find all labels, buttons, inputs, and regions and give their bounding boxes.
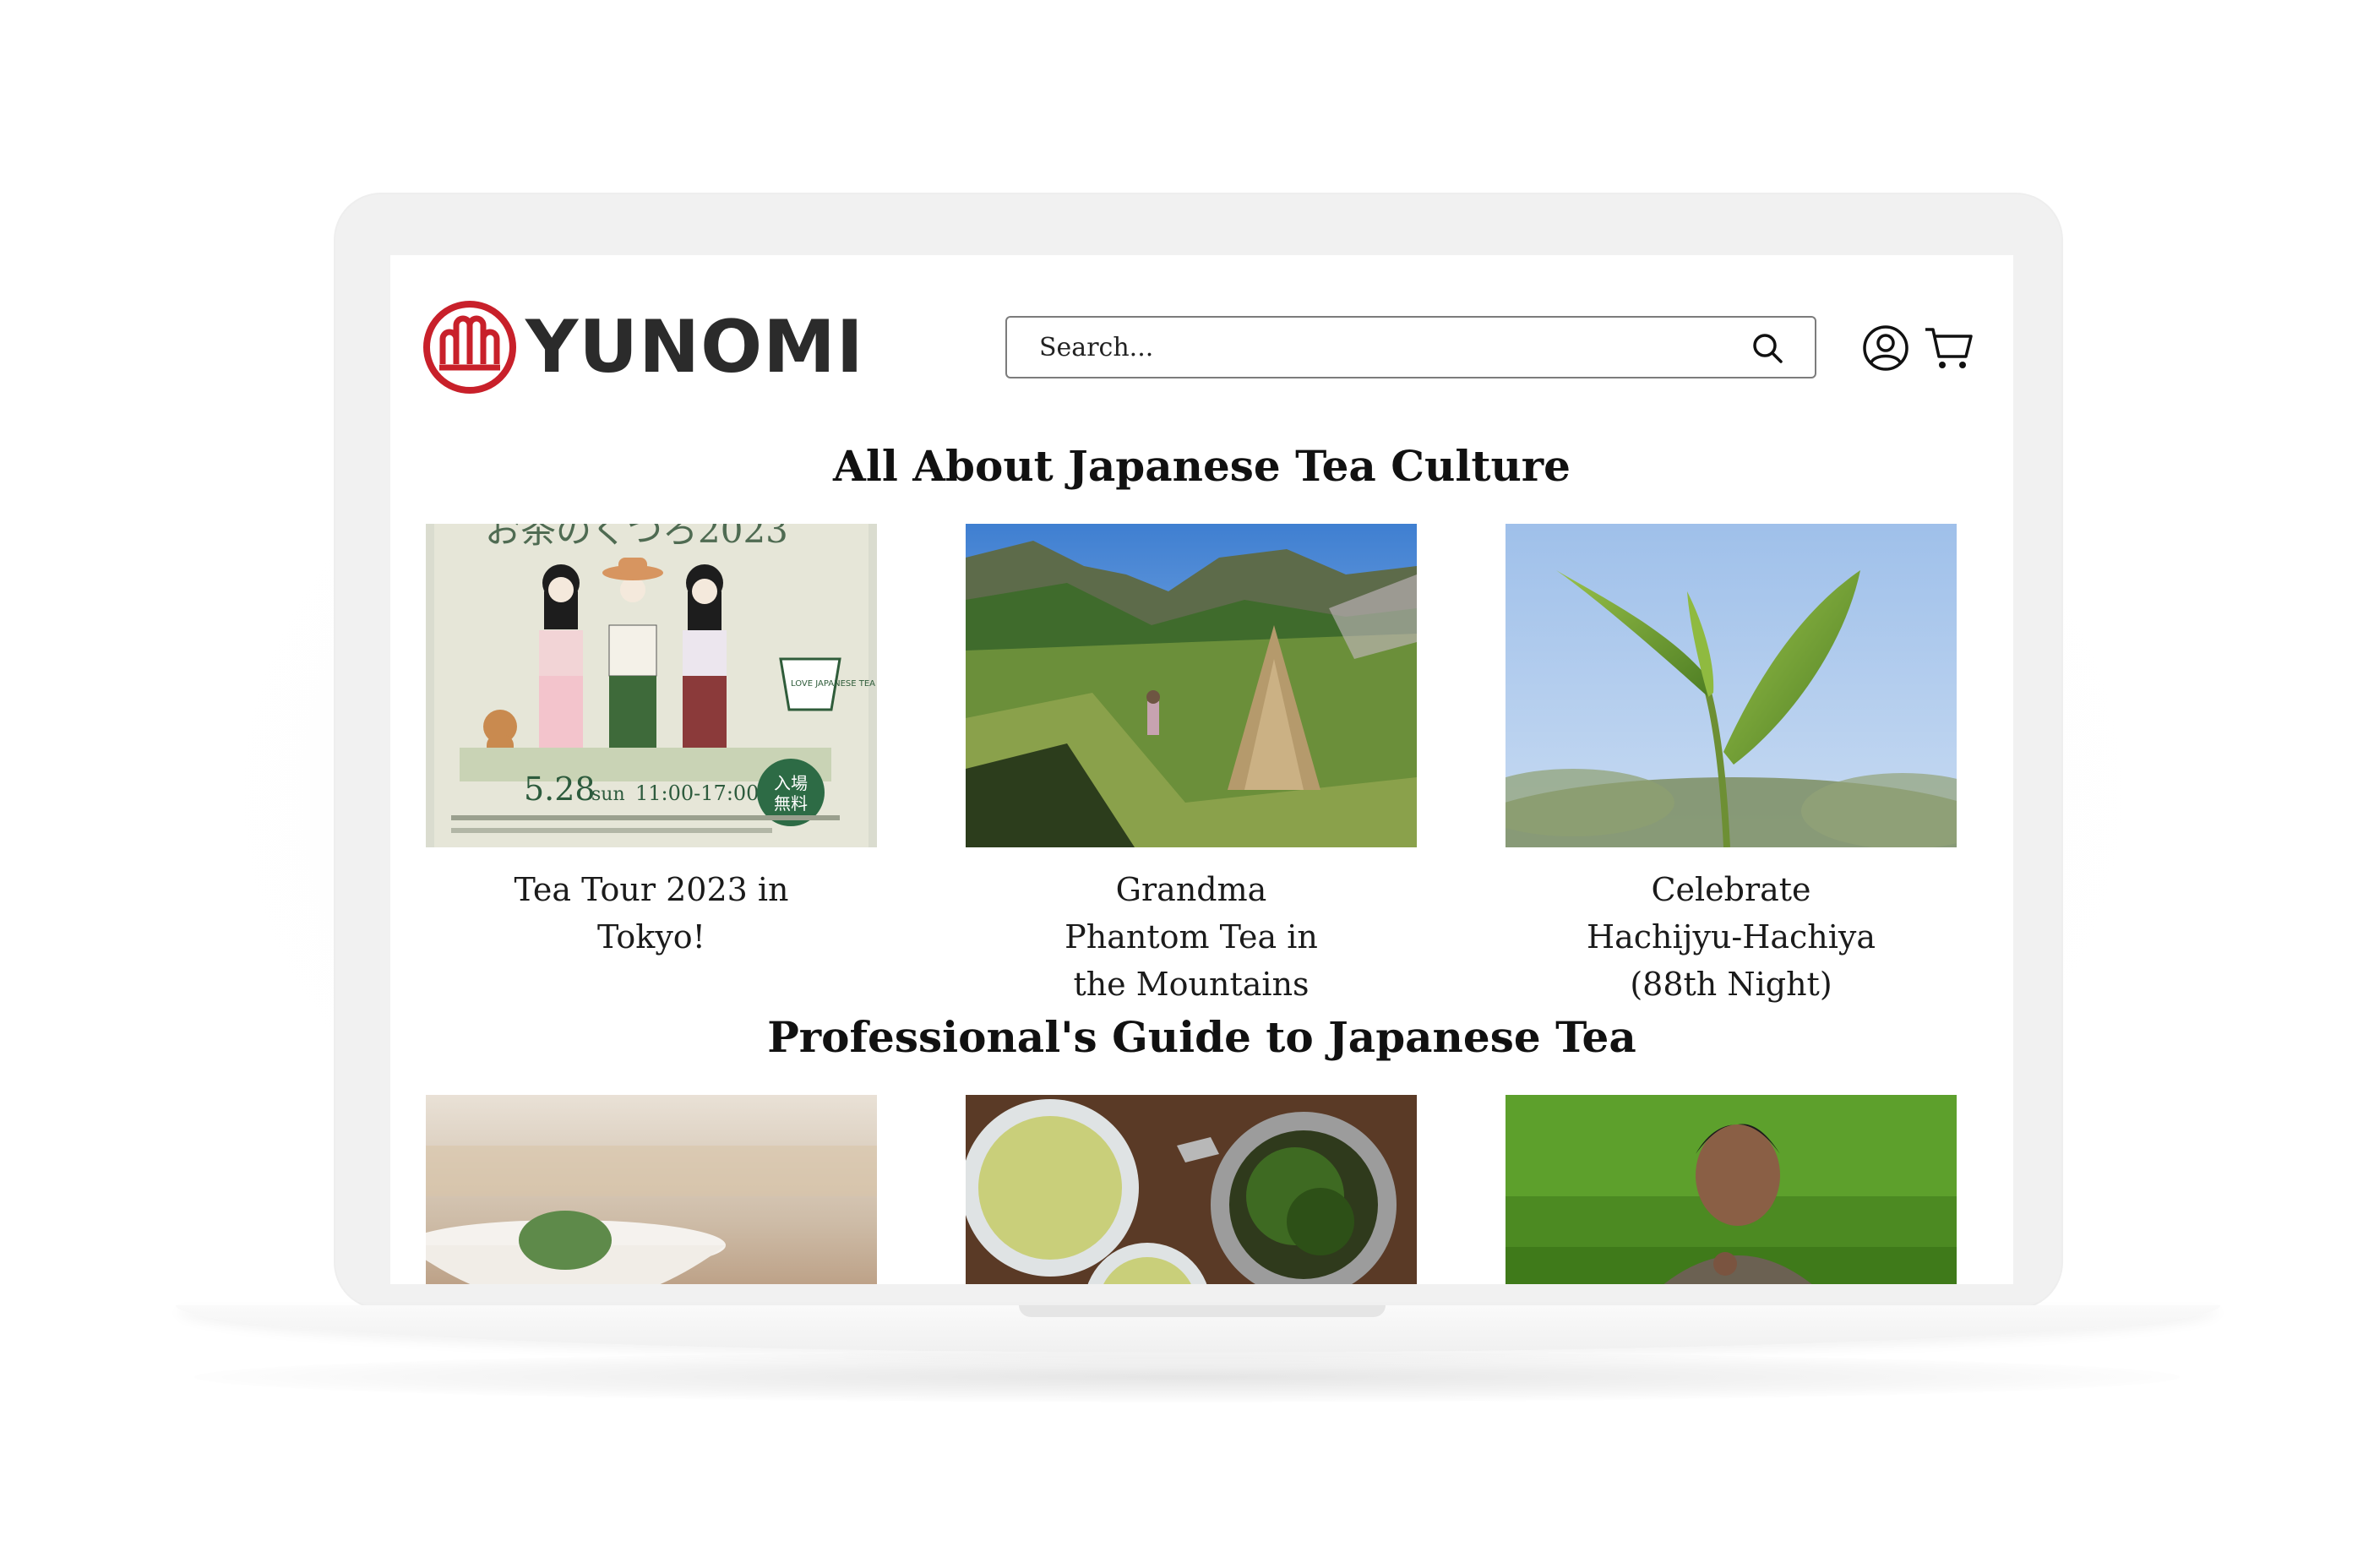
tea-bowl-image[interactable] <box>426 1095 877 1284</box>
site-logo[interactable]: YUNOMI <box>422 299 864 395</box>
farmer-in-tea-field-image[interactable] <box>1506 1095 1957 1284</box>
article-card[interactable]: Grandma Phantom Tea in the Mountains <box>966 524 1417 1008</box>
search-icon[interactable] <box>1751 331 1784 365</box>
poster-day: sun <box>591 784 625 805</box>
search-input[interactable] <box>1007 318 1751 377</box>
cart-icon[interactable] <box>1924 324 1974 372</box>
article-card[interactable] <box>1506 1095 1957 1284</box>
article-card[interactable] <box>426 1095 877 1284</box>
article-card[interactable] <box>966 1095 1417 1284</box>
mountain-tea-field-image[interactable] <box>966 524 1417 847</box>
article-grid-tea-culture: お茶のくつろ2023 LOVE JAPANESE TEA 5.28 sun 11… <box>426 524 1979 1003</box>
yunomi-logo-icon <box>423 301 516 394</box>
poster-badge-bottom: 無料 <box>774 793 808 814</box>
poster-heading: お茶のくつろ2023 <box>485 524 788 551</box>
section-title-tea-culture: All About Japanese Tea Culture <box>833 441 1571 491</box>
poster-date: 5.28 <box>524 770 596 808</box>
laptop-notch <box>1019 1305 1386 1317</box>
logo-wordmark: YUNOMI <box>525 305 864 389</box>
tea-leaf-bud-image[interactable] <box>1506 524 1957 847</box>
tea-festival-poster-image[interactable]: お茶のくつろ2023 LOVE JAPANESE TEA 5.28 sun 11… <box>426 524 877 847</box>
article-title[interactable]: Tea Tour 2023 in Tokyo! <box>426 866 877 961</box>
search-bar <box>1005 316 1816 378</box>
poster-badge-top: 入場 <box>774 773 808 793</box>
article-card[interactable]: お茶のくつろ2023 LOVE JAPANESE TEA 5.28 sun 11… <box>426 524 877 961</box>
user-icon[interactable] <box>1862 324 1909 372</box>
poster-time: 11:00-17:00 <box>635 781 759 805</box>
article-card[interactable]: Celebrate Hachijyu-Hachiya (88th Night) <box>1506 524 1957 1008</box>
laptop-shadow <box>194 1352 2180 1402</box>
article-title[interactable]: Grandma Phantom Tea in the Mountains <box>966 866 1417 1008</box>
article-title[interactable]: Celebrate Hachijyu-Hachiya (88th Night) <box>1506 866 1957 1008</box>
teapot-and-cups-image[interactable] <box>966 1095 1417 1284</box>
laptop-screen: YUNOMI All About Japanese Tea Culture お茶… <box>390 255 2013 1284</box>
section-title-professional-guide: Professional's Guide to Japanese Tea <box>767 1012 1636 1062</box>
article-grid-professional-guide <box>426 1095 1979 1284</box>
poster-cup-label: LOVE JAPANESE TEA <box>791 679 875 689</box>
